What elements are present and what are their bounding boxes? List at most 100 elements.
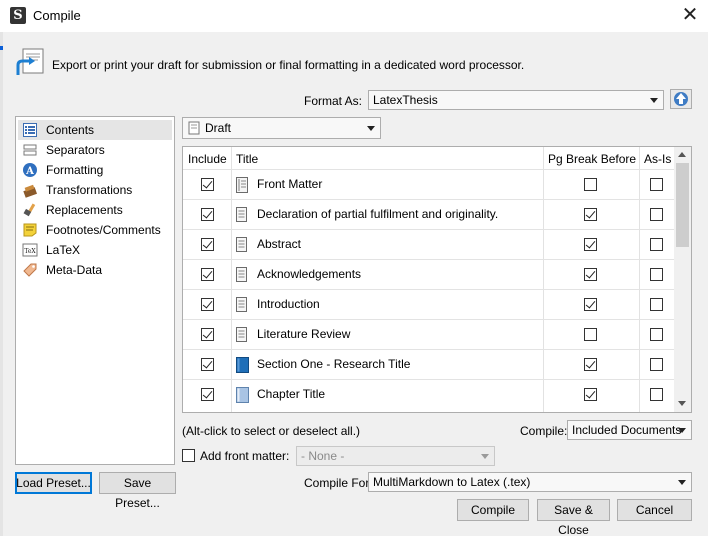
as-is-column-header[interactable]: As-Is <box>644 152 671 166</box>
table-row[interactable]: Declaration of partial fulfilment and or… <box>183 199 675 229</box>
title-column-header[interactable]: Title <box>236 152 258 166</box>
chevron-down-icon <box>678 428 686 433</box>
as-is-checkbox[interactable] <box>650 268 663 281</box>
document-icon <box>236 237 247 255</box>
background-window-mark <box>0 46 3 50</box>
format-as-select[interactable]: LatexThesis <box>368 90 664 110</box>
sidebar-item-transformations[interactable]: Transformations <box>18 180 172 200</box>
compile-scope-value: Included Documents <box>572 423 682 437</box>
table-row[interactable]: Literature Review <box>183 319 675 349</box>
sidebar-item-meta-data[interactable]: Meta-Data <box>18 260 172 280</box>
as-is-checkbox[interactable] <box>650 328 663 341</box>
table-row[interactable]: Section One - Research Title <box>183 349 675 379</box>
as-is-checkbox[interactable] <box>650 178 663 191</box>
title-bar <box>0 0 708 32</box>
include-checkbox[interactable] <box>201 178 214 191</box>
scrivener-app-icon: S <box>10 7 26 24</box>
compile-for-label: Compile For: <box>304 476 373 490</box>
row-title: Declaration of partial fulfilment and or… <box>257 207 499 221</box>
add-front-matter-checkbox[interactable] <box>182 449 195 462</box>
transformations-icon <box>22 182 38 198</box>
pg-break-before-checkbox[interactable] <box>584 238 597 251</box>
sidebar-item-replacements[interactable]: Replacements <box>18 200 172 220</box>
sidebar-item-formatting[interactable]: A Formatting <box>18 160 172 180</box>
draft-select-value: Draft <box>205 121 232 135</box>
pg-break-before-checkbox[interactable] <box>584 178 597 191</box>
compile-for-select[interactable]: MultiMarkdown to Latex (.tex) <box>368 472 692 492</box>
chevron-down-icon <box>650 98 658 103</box>
save-close-button[interactable]: Save & Close <box>537 499 610 536</box>
sidebar-item-label: Meta-Data <box>46 263 103 277</box>
pg-break-before-checkbox[interactable] <box>584 358 597 371</box>
svg-text:A: A <box>25 166 34 177</box>
document-icon <box>236 297 247 315</box>
include-column-header[interactable]: Include <box>188 152 227 166</box>
sidebar-item-label: LaTeX <box>46 243 81 257</box>
compile-button[interactable]: Compile <box>457 499 529 521</box>
scroll-up-arrow-icon[interactable] <box>678 152 686 157</box>
draft-folder-select[interactable]: Draft <box>182 117 381 139</box>
table-row[interactable]: Chapter Title <box>183 379 675 409</box>
scrollbar-thumb[interactable] <box>676 163 689 247</box>
include-checkbox[interactable] <box>201 208 214 221</box>
sidebar-item-label: Contents <box>46 123 95 137</box>
chevron-down-icon <box>367 126 375 131</box>
table-row[interactable]: Front Matter <box>183 169 675 199</box>
pg-break-before-checkbox[interactable] <box>584 388 597 401</box>
cancel-button[interactable]: Cancel <box>617 499 692 521</box>
replacements-icon <box>22 202 38 218</box>
pg-break-column-header[interactable]: Pg Break Before <box>548 152 636 166</box>
folder-icon <box>236 387 249 406</box>
table-row[interactable]: Acknowledgements <box>183 259 675 289</box>
compile-description: Export or print your draft for submissio… <box>52 58 525 72</box>
sidebar-item-contents[interactable]: Contents <box>18 120 172 140</box>
close-window-button[interactable]: ✕ <box>678 3 702 27</box>
include-checkbox[interactable] <box>201 268 214 281</box>
include-checkbox[interactable] <box>201 298 214 311</box>
as-is-checkbox[interactable] <box>650 238 663 251</box>
row-title: Abstract <box>257 237 302 251</box>
as-is-checkbox[interactable] <box>650 208 663 221</box>
pg-break-before-checkbox[interactable] <box>584 208 597 221</box>
window-left-edge <box>0 32 3 536</box>
compile-scope-select[interactable]: Included Documents <box>567 420 692 440</box>
table-row[interactable]: Abstract <box>183 229 675 259</box>
format-preset-upload-button[interactable] <box>670 89 692 109</box>
table-row[interactable]: Introduction <box>183 289 675 319</box>
chevron-down-icon <box>481 454 489 459</box>
window-title: Compile <box>33 8 81 23</box>
pg-break-before-checkbox[interactable] <box>584 328 597 341</box>
include-checkbox[interactable] <box>201 238 214 251</box>
compile-scope-label: Compile: <box>520 424 568 438</box>
format-as-value: LatexThesis <box>373 93 438 107</box>
front-matter-value: - None - <box>301 449 345 463</box>
sidebar-item-separators[interactable]: Separators <box>18 140 172 160</box>
row-title: Section One - Research Title <box>257 357 411 371</box>
scroll-down-arrow-icon[interactable] <box>678 401 686 406</box>
as-is-checkbox[interactable] <box>650 358 663 371</box>
row-title: Acknowledgements <box>257 267 362 281</box>
pg-break-before-checkbox[interactable] <box>584 298 597 311</box>
as-is-checkbox[interactable] <box>650 388 663 401</box>
front-matter-select[interactable]: - None - <box>296 446 495 466</box>
document-icon <box>236 267 247 285</box>
sidebar-item-label: Transformations <box>46 183 133 197</box>
contents-table: Include Title Pg Break Before As-Is Fron… <box>182 146 692 413</box>
include-checkbox[interactable] <box>201 388 214 401</box>
compile-for-value: MultiMarkdown to Latex (.tex) <box>373 475 531 489</box>
include-checkbox[interactable] <box>201 328 214 341</box>
separators-icon <box>22 142 38 158</box>
load-preset-button[interactable]: Load Preset... <box>15 472 92 494</box>
save-preset-button[interactable]: Save Preset... <box>99 472 176 510</box>
front-matter-folder-icon <box>236 177 248 196</box>
pg-break-before-checkbox[interactable] <box>584 268 597 281</box>
blue-book-icon <box>236 357 249 376</box>
sidebar-item-latex[interactable]: TeX LaTeX <box>18 240 172 260</box>
as-is-checkbox[interactable] <box>650 298 663 311</box>
contents-icon <box>22 122 38 138</box>
svg-text:TeX: TeX <box>24 248 36 255</box>
export-document-icon <box>16 48 44 75</box>
include-checkbox[interactable] <box>201 358 214 371</box>
chevron-down-icon <box>678 480 686 485</box>
sidebar-item-footnotes-comments[interactable]: Footnotes/Comments <box>18 220 172 240</box>
